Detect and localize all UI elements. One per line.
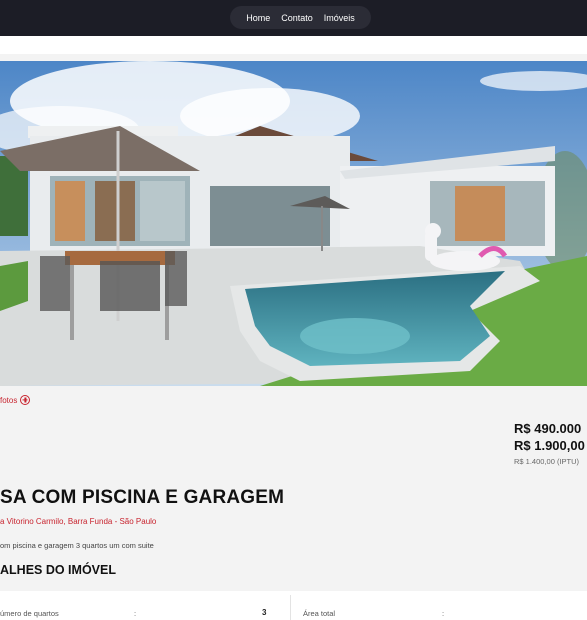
nav-properties-link[interactable]: Imóveis	[324, 13, 355, 23]
top-navbar: Home Contato Imóveis	[0, 0, 587, 36]
listing-description: om piscina e garagem 3 quartos um com su…	[0, 541, 154, 550]
plus-circle-icon	[20, 395, 31, 405]
detail-label-total-area: Área total	[303, 609, 336, 618]
details-heading: ALHES DO IMÓVEL	[0, 563, 116, 577]
view-photos-link[interactable]: fotos	[0, 395, 31, 405]
price-box: R$ 490.000 R$ 1.900,00 R$ 1.400,00 (IPTU…	[514, 420, 585, 466]
detail-separator: :	[134, 609, 137, 618]
detail-separator: :	[442, 609, 445, 618]
photos-link-label: fotos	[0, 395, 18, 405]
rent-price: R$ 1.900,00	[514, 438, 585, 453]
nav-contact-link[interactable]: Contato	[281, 13, 313, 23]
nav-home-link[interactable]: Home	[246, 13, 270, 23]
column-divider	[290, 595, 291, 620]
iptu-price: R$ 1.400,00 (IPTU)	[514, 457, 580, 466]
listing-address: a Vitorino Carmilo, Barra Funda - São Pa…	[0, 517, 157, 526]
header-spacer	[0, 36, 587, 54]
nav-menu: Home Contato Imóveis	[230, 6, 371, 29]
listing-title: SA COM PISCINA E GARAGEM	[0, 487, 285, 508]
property-main-photo[interactable]	[0, 61, 587, 386]
detail-label-bedrooms: úmero de quartos	[0, 609, 59, 618]
sale-price: R$ 490.000	[514, 421, 582, 436]
details-table: úmero de quartos : 3 Área total :	[0, 591, 587, 620]
detail-value-bedrooms: 3	[262, 608, 267, 617]
